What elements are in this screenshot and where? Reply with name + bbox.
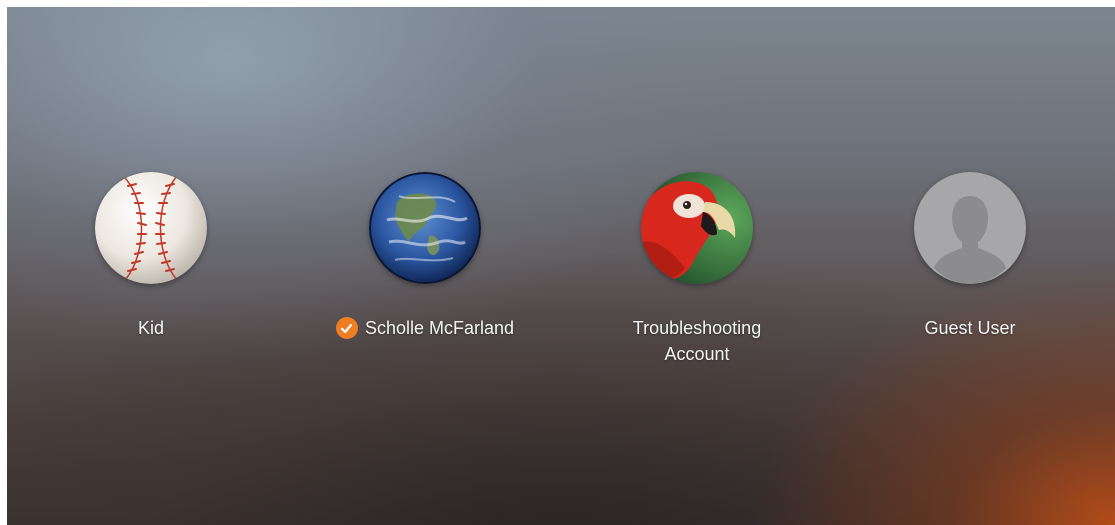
login-screen: Kid Scholle McFarland Troubleshooting Ac… — [7, 7, 1115, 525]
avatar[interactable] — [95, 172, 207, 284]
user-kid[interactable]: Kid — [41, 172, 261, 341]
avatar[interactable] — [641, 172, 753, 284]
logged-in-checkmark-icon — [335, 317, 358, 339]
user-name-row: Scholle McFarland — [315, 315, 535, 342]
avatar[interactable] — [369, 172, 481, 284]
user-troubleshooting-account[interactable]: Troubleshooting Account — [587, 172, 807, 367]
silhouette-icon — [914, 172, 1026, 284]
user-name: Troubleshooting Account — [587, 315, 807, 367]
avatar[interactable] — [914, 172, 1026, 284]
baseball-icon — [95, 172, 207, 284]
earth-globe-icon — [369, 172, 481, 284]
user-name-line1: Troubleshooting — [632, 318, 762, 338]
user-name: Scholle McFarland — [364, 318, 515, 338]
user-name-line2: Account — [664, 344, 730, 364]
user-guest[interactable]: Guest User — [860, 172, 1080, 341]
user-list: Kid Scholle McFarland Troubleshooting Ac… — [7, 172, 1115, 392]
user-name: Guest User — [924, 318, 1016, 338]
parrot-icon — [641, 172, 753, 284]
user-name: Kid — [137, 318, 164, 338]
user-scholle-mcfarland[interactable]: Scholle McFarland — [315, 172, 535, 342]
